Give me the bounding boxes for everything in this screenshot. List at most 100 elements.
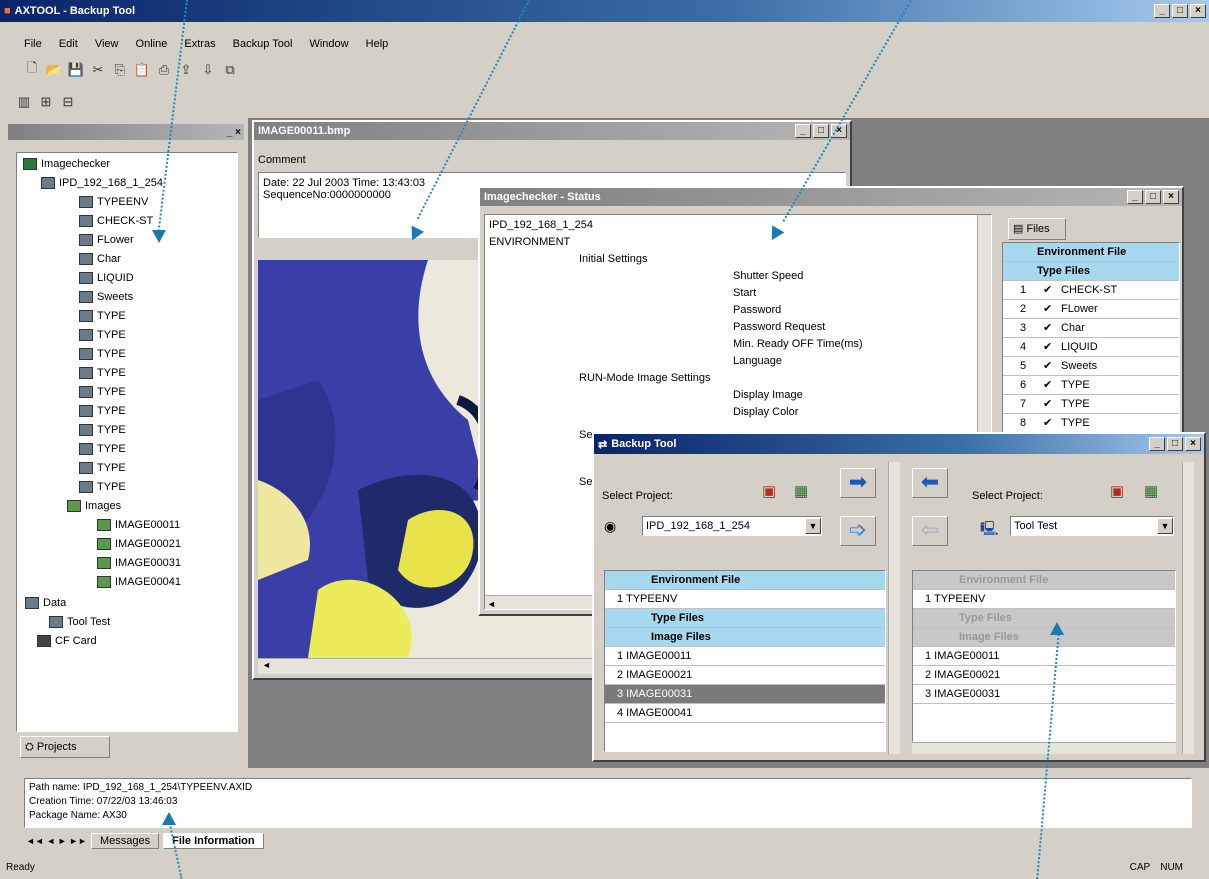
tree-item[interactable]: TYPE (23, 440, 237, 459)
close-button[interactable]: × (1163, 190, 1179, 204)
print-icon[interactable]: ⎙ (154, 60, 174, 80)
left-env-item[interactable]: 1 TYPEENV (605, 590, 885, 609)
copy-left-alt-button[interactable]: ⇦ (912, 516, 948, 546)
tree-item[interactable]: Sweets (23, 288, 237, 307)
right-file-list[interactable]: Environment File 1 TYPEENV Type Files Im… (912, 570, 1176, 742)
save-icon[interactable]: ▣ (762, 482, 776, 500)
files-row[interactable]: 1 ✔ CHECK-ST (1003, 281, 1179, 300)
tree-item[interactable]: TYPEENV (23, 193, 237, 212)
files-environment-header[interactable]: Environment File (1003, 243, 1179, 262)
paste-icon[interactable]: 📋 (132, 60, 152, 80)
files-row[interactable]: 6 ✔ TYPE (1003, 376, 1179, 395)
file-info-box[interactable]: Path name: IPD_192_168_1_254\TYPEENV.AXI… (24, 778, 1192, 828)
tile-icon[interactable]: ▥ (14, 92, 34, 112)
tree-image-item[interactable]: IMAGE00021 (23, 535, 237, 554)
copy-right-button[interactable]: ➡ (840, 468, 876, 498)
tree-image-item[interactable]: IMAGE00041 (23, 573, 237, 592)
left-type-header[interactable]: Type Files (605, 609, 885, 628)
right-vscroll[interactable] (1182, 462, 1194, 754)
open-icon[interactable]: 📂 (44, 60, 64, 80)
tree-item[interactable]: TYPE (23, 478, 237, 497)
files-row[interactable]: 8 ✔ TYPE (1003, 414, 1179, 433)
right-env-header[interactable]: Environment File (913, 571, 1175, 590)
left-vscroll[interactable] (888, 462, 900, 754)
cut-icon[interactable]: ✂ (88, 60, 108, 80)
tree-device[interactable]: IPD_192_168_1_254 (23, 174, 237, 193)
tree-item[interactable]: LIQUID (23, 269, 237, 288)
files-row[interactable]: 4 ✔ LIQUID (1003, 338, 1179, 357)
files-row[interactable]: 5 ✔ Sweets (1003, 357, 1179, 376)
maximize-button[interactable]: □ (1145, 190, 1161, 204)
new-icon[interactable]: 🗋 (22, 60, 42, 80)
files-row[interactable]: 7 ✔ TYPE (1003, 395, 1179, 414)
menu-backup-tool[interactable]: Backup Tool (233, 38, 293, 50)
minimize-button[interactable]: _ (795, 124, 811, 138)
right-project-select[interactable]: Tool Test ▼ (1010, 516, 1174, 536)
tree-item[interactable]: Char (23, 250, 237, 269)
menu-extras[interactable]: Extras (184, 38, 215, 50)
left-image-item-selected[interactable]: 3 IMAGE00031 (605, 685, 885, 704)
copy-right-alt-button[interactable]: ➩ (840, 516, 876, 546)
chevron-down-icon[interactable]: ▼ (805, 518, 821, 534)
left-env-header[interactable]: Environment File (605, 571, 885, 590)
right-image-item[interactable]: 1 IMAGE00011 (913, 647, 1175, 666)
right-hscroll[interactable] (912, 742, 1176, 754)
files-type-header[interactable]: Type Files (1003, 262, 1179, 281)
left-image-item[interactable]: 2 IMAGE00021 (605, 666, 885, 685)
scroll-left-icon[interactable]: ◄ (258, 660, 271, 670)
menu-view[interactable]: View (95, 38, 119, 50)
left-image-item[interactable]: 4 IMAGE00041 (605, 704, 885, 723)
tree-cf-card[interactable]: CF Card (23, 632, 237, 651)
close-button[interactable]: × (1190, 4, 1206, 18)
tree-item[interactable]: TYPE (23, 326, 237, 345)
minimize-button[interactable]: _ (1154, 4, 1170, 18)
cascade-icon[interactable]: ⊞ (36, 92, 56, 112)
minimize-button[interactable]: _ (1149, 437, 1165, 451)
tree-root[interactable]: Imagechecker (23, 155, 237, 174)
minimize-button[interactable]: _ (1127, 190, 1143, 204)
tree-item[interactable]: TYPE (23, 345, 237, 364)
maximize-button[interactable]: □ (813, 124, 829, 138)
tree-image-item[interactable]: IMAGE00011 (23, 516, 237, 535)
menu-edit[interactable]: Edit (59, 38, 78, 50)
menu-file[interactable]: File (24, 38, 42, 50)
menu-help[interactable]: Help (366, 38, 389, 50)
download-icon[interactable]: ⇩ (198, 60, 218, 80)
files-row[interactable]: 3 ✔ Char (1003, 319, 1179, 338)
tree-item[interactable]: FLower (23, 231, 237, 250)
settings-icon[interactable]: ▦ (1144, 482, 1158, 500)
left-image-header[interactable]: Image Files (605, 628, 885, 647)
right-image-item[interactable]: 3 IMAGE00031 (913, 685, 1175, 704)
copy-icon[interactable]: ⎘ (110, 60, 130, 80)
tab-projects[interactable]: ⛭ Projects (20, 736, 110, 758)
tree-item[interactable]: TYPE (23, 421, 237, 440)
tab-nav-icon[interactable]: ◄◄ ◄ ► ►► (26, 836, 87, 846)
right-type-header[interactable]: Type Files (913, 609, 1175, 628)
project-tree[interactable]: Imagechecker IPD_192_168_1_254 TYPEENV C… (16, 152, 238, 732)
tree-item[interactable]: TYPE (23, 364, 237, 383)
settings-icon[interactable]: ▦ (794, 482, 808, 500)
tree-item[interactable]: TYPE (23, 307, 237, 326)
tree-item[interactable]: TYPE (23, 383, 237, 402)
maximize-button[interactable]: □ (1172, 4, 1188, 18)
maximize-button[interactable]: □ (1167, 437, 1183, 451)
scroll-left-icon[interactable]: ◄ (485, 599, 496, 609)
window-icon[interactable]: ⧉ (220, 60, 240, 80)
right-image-item[interactable]: 2 IMAGE00021 (913, 666, 1175, 685)
menu-window[interactable]: Window (309, 38, 348, 50)
left-image-item[interactable]: 1 IMAGE00011 (605, 647, 885, 666)
tab-file-information[interactable]: File Information (163, 833, 264, 849)
tab-files[interactable]: ▤ Files (1008, 218, 1066, 240)
tree-item[interactable]: TYPE (23, 459, 237, 478)
arrange-icon[interactable]: ⊟ (58, 92, 78, 112)
close-button[interactable]: × (1185, 437, 1201, 451)
tree-data-folder[interactable]: Data (23, 594, 237, 613)
chevron-down-icon[interactable]: ▼ (1157, 518, 1173, 534)
tree-image-item[interactable]: IMAGE00031 (23, 554, 237, 573)
tab-messages[interactable]: Messages (90, 833, 160, 849)
right-env-item[interactable]: 1 TYPEENV (913, 590, 1175, 609)
save-icon[interactable]: 💾 (66, 60, 86, 80)
save-icon[interactable]: ▣ (1110, 482, 1124, 500)
left-project-select[interactable]: IPD_192_168_1_254 ▼ (642, 516, 822, 536)
tree-item[interactable]: CHECK-ST (23, 212, 237, 231)
